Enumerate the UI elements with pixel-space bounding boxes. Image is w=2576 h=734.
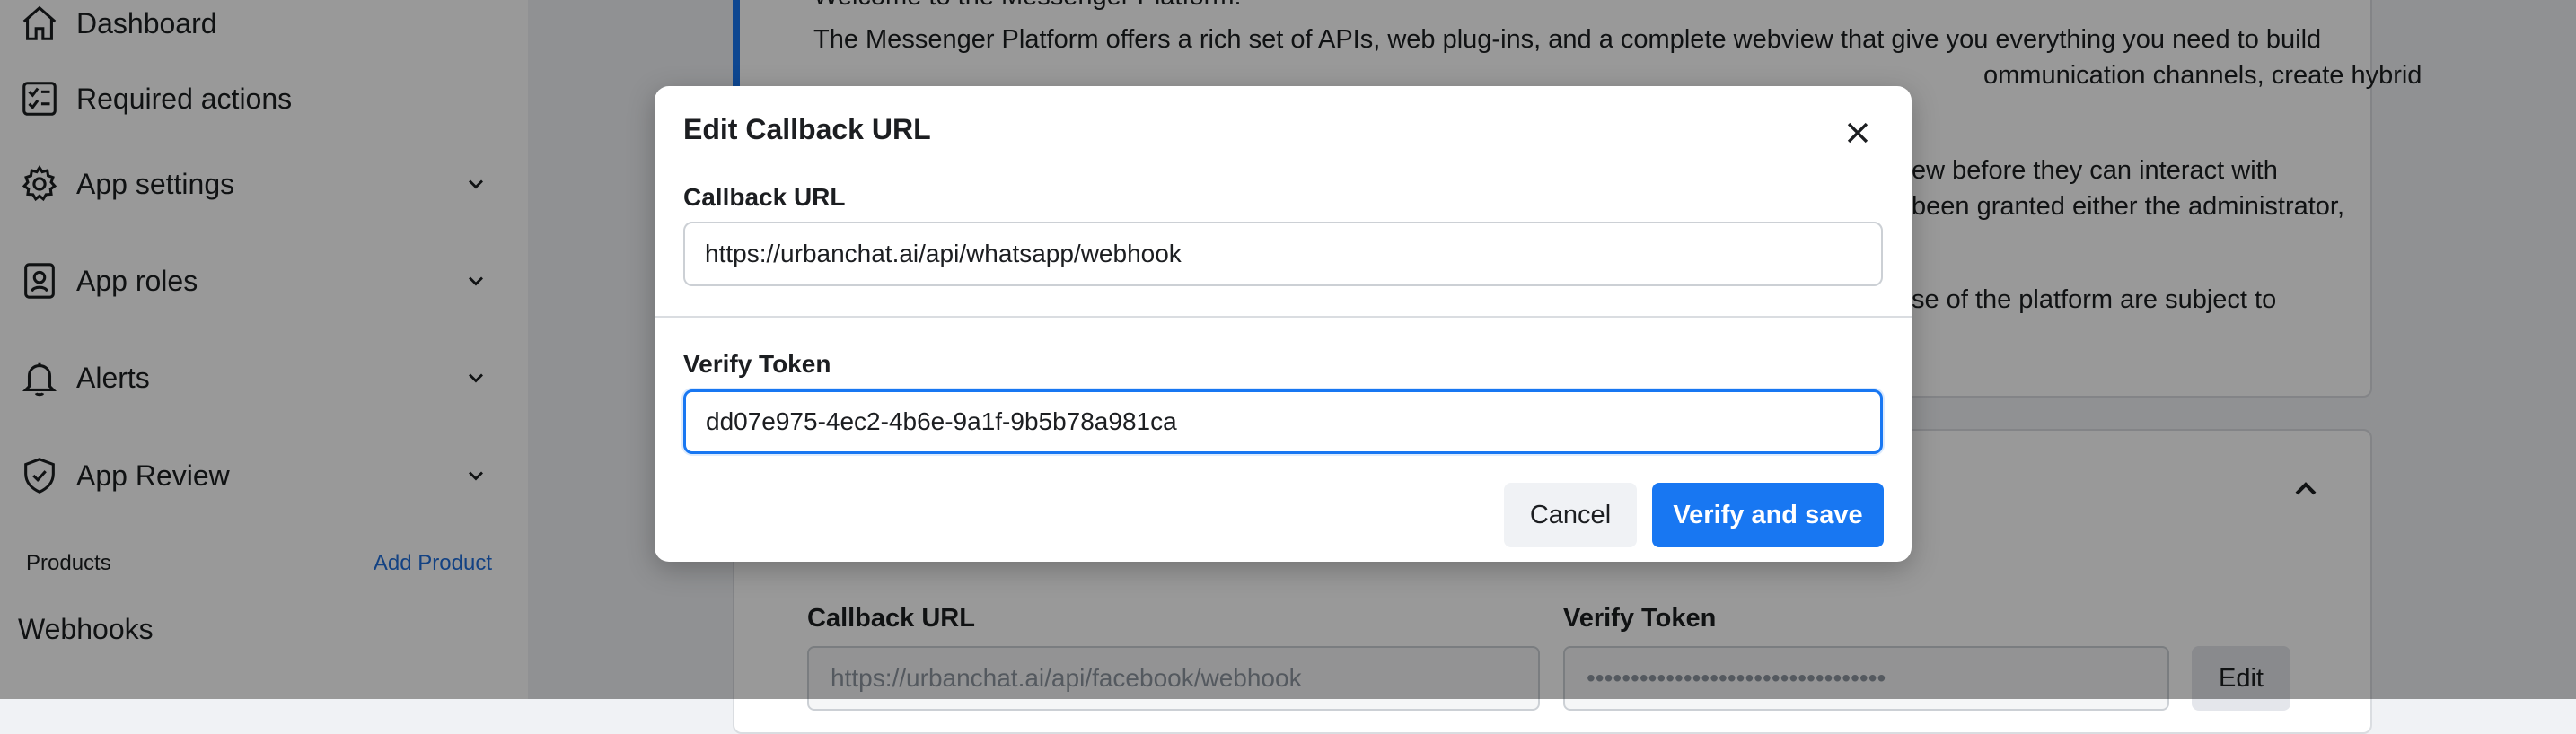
callback-url-input[interactable] bbox=[683, 222, 1883, 286]
verify-token-input[interactable] bbox=[683, 389, 1883, 454]
dialog-title: Edit Callback URL bbox=[683, 113, 931, 145]
verify-token-field-label: Verify Token bbox=[683, 350, 831, 378]
verify-and-save-button[interactable]: Verify and save bbox=[1652, 483, 1884, 547]
divider bbox=[655, 316, 1912, 318]
edit-callback-url-dialog: Edit Callback URL Callback URL Verify To… bbox=[655, 86, 1912, 562]
close-icon[interactable] bbox=[1838, 113, 1877, 153]
cancel-button[interactable]: Cancel bbox=[1504, 483, 1637, 547]
callback-url-field-label: Callback URL bbox=[683, 183, 846, 211]
